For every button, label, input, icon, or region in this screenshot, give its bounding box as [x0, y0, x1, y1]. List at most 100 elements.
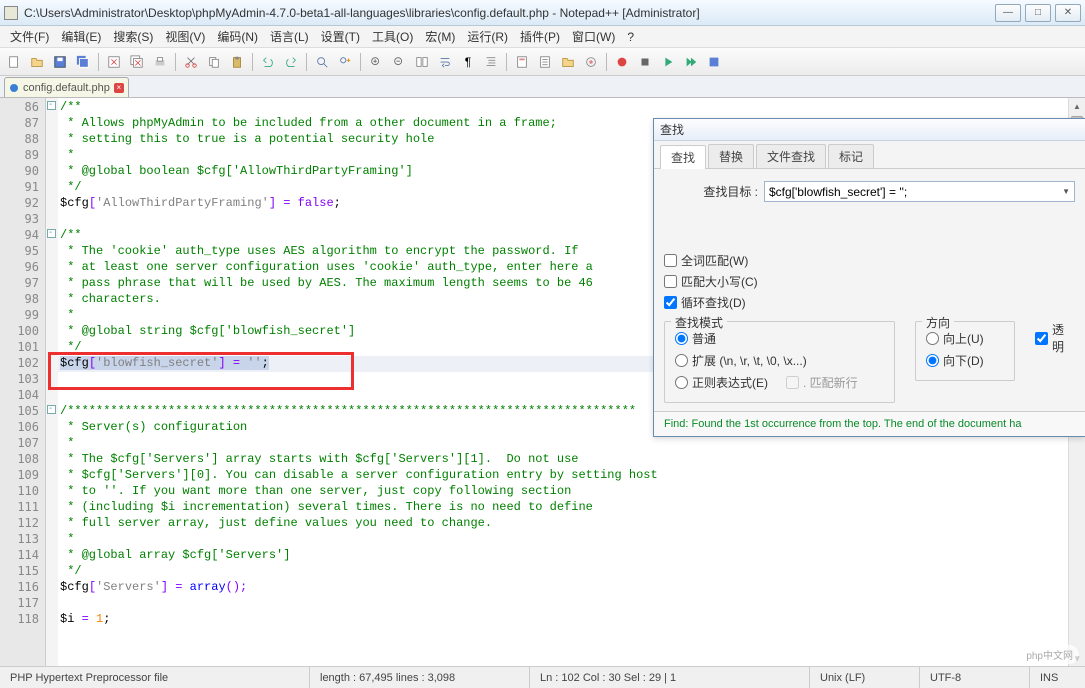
mode-normal-radio[interactable]: 普通	[675, 330, 884, 347]
scroll-up-icon[interactable]: ▲	[1069, 98, 1085, 114]
close-button[interactable]: ✕	[1055, 4, 1081, 22]
menu-help[interactable]: ?	[621, 28, 640, 46]
toolbar-separator	[306, 53, 307, 71]
undo-icon[interactable]	[258, 52, 278, 72]
menu-run[interactable]: 运行(R)	[461, 26, 514, 47]
whole-word-checkbox[interactable]: 全词匹配(W)	[664, 252, 1075, 269]
find-target-input[interactable]: $cfg['blowfish_secret'] = ''; ▼	[764, 181, 1075, 202]
find-tab-find[interactable]: 查找	[660, 145, 706, 169]
play-macro-icon[interactable]	[658, 52, 678, 72]
new-file-icon[interactable]	[4, 52, 24, 72]
menu-edit[interactable]: 编辑(E)	[55, 26, 107, 47]
direction-up-radio[interactable]: 向上(U)	[926, 330, 1004, 347]
toolbar-separator	[98, 53, 99, 71]
find-tabs: 查找 替换 文件查找 标记	[654, 141, 1085, 169]
find-target-value: $cfg['blowfish_secret'] = '';	[769, 185, 907, 199]
save-icon[interactable]	[50, 52, 70, 72]
sync-scroll-icon[interactable]	[412, 52, 432, 72]
fold-minus-icon[interactable]	[47, 101, 56, 110]
menu-search[interactable]: 搜索(S)	[107, 26, 159, 47]
copy-icon[interactable]	[204, 52, 224, 72]
window-titlebar: C:\Users\Administrator\Desktop\phpMyAdmi…	[0, 0, 1085, 26]
indent-guide-icon[interactable]	[481, 52, 501, 72]
doc-map-icon[interactable]	[512, 52, 532, 72]
dropdown-icon[interactable]: ▼	[1062, 187, 1070, 196]
match-case-checkbox[interactable]: 匹配大小写(C)	[664, 273, 1075, 290]
menu-settings[interactable]: 设置(T)	[315, 26, 366, 47]
direction-group: 方向 向上(U) 向下(D)	[915, 321, 1015, 381]
window-title: C:\Users\Administrator\Desktop\phpMyAdmi…	[24, 6, 995, 20]
menu-language[interactable]: 语言(L)	[264, 26, 315, 47]
maximize-button[interactable]: □	[1025, 4, 1051, 22]
save-macro-icon[interactable]	[704, 52, 724, 72]
file-tab-label: config.default.php	[23, 82, 110, 94]
menu-file[interactable]: 文件(F)	[4, 26, 55, 47]
show-symbols-icon[interactable]: ¶	[458, 52, 478, 72]
fold-minus-icon[interactable]	[47, 229, 56, 238]
mode-extended-radio[interactable]: 扩展 (\n, \r, \t, \0, \x...)	[675, 352, 884, 369]
status-encoding: UTF-8	[920, 667, 1030, 688]
find-dialog-title: 查找	[654, 119, 1085, 141]
play-multi-icon[interactable]	[681, 52, 701, 72]
status-line-ending: Unix (LF)	[810, 667, 920, 688]
direction-legend: 方向	[922, 314, 954, 331]
toolbar: ¶	[0, 48, 1085, 76]
monitor-icon[interactable]	[581, 52, 601, 72]
func-list-icon[interactable]	[535, 52, 555, 72]
stop-macro-icon[interactable]	[635, 52, 655, 72]
wordwrap-icon[interactable]	[435, 52, 455, 72]
folder-icon[interactable]	[558, 52, 578, 72]
find-dialog: 查找 查找 替换 文件查找 标记 查找目标 : $cfg['blowfish_s…	[653, 118, 1085, 437]
redo-icon[interactable]	[281, 52, 301, 72]
menu-window[interactable]: 窗口(W)	[566, 26, 621, 47]
toolbar-separator	[175, 53, 176, 71]
fold-column	[46, 98, 58, 666]
zoom-out-icon[interactable]	[389, 52, 409, 72]
app-icon	[4, 6, 18, 20]
transparent-checkbox[interactable]: 透明	[1035, 321, 1075, 355]
status-insert-mode: INS	[1030, 667, 1068, 688]
close-tab-icon[interactable]: ×	[114, 83, 124, 93]
search-mode-legend: 查找模式	[671, 314, 727, 331]
record-macro-icon[interactable]	[612, 52, 632, 72]
menu-plugins[interactable]: 插件(P)	[514, 26, 566, 47]
close-file-icon[interactable]	[104, 52, 124, 72]
menu-macro[interactable]: 宏(M)	[419, 26, 461, 47]
menu-tools[interactable]: 工具(O)	[366, 26, 419, 47]
find-tab-infiles[interactable]: 文件查找	[756, 144, 826, 168]
open-file-icon[interactable]	[27, 52, 47, 72]
paste-icon[interactable]	[227, 52, 247, 72]
wrap-around-checkbox[interactable]: 循环查找(D)	[664, 294, 1075, 311]
status-length: length : 67,495 lines : 3,098	[310, 667, 530, 688]
search-mode-group: 查找模式 普通 扩展 (\n, \r, \t, \0, \x...) 正则表达式…	[664, 321, 895, 403]
cut-icon[interactable]	[181, 52, 201, 72]
toolbar-separator	[360, 53, 361, 71]
minimize-button[interactable]: —	[995, 4, 1021, 22]
toolbar-separator	[252, 53, 253, 71]
replace-icon[interactable]	[335, 52, 355, 72]
print-icon[interactable]	[150, 52, 170, 72]
menu-view[interactable]: 视图(V)	[159, 26, 211, 47]
status-filetype: PHP Hypertext Preprocessor file	[0, 667, 310, 688]
file-modified-icon	[10, 84, 18, 92]
line-number-gutter: 8687888990919293949596979899100101102103…	[0, 98, 46, 666]
find-tab-mark[interactable]: 标记	[828, 144, 874, 168]
toolbar-separator	[606, 53, 607, 71]
fold-minus-icon[interactable]	[47, 405, 56, 414]
find-icon[interactable]	[312, 52, 332, 72]
find-tab-replace[interactable]: 替换	[708, 144, 754, 168]
close-all-icon[interactable]	[127, 52, 147, 72]
mode-regex-radio[interactable]: 正则表达式(E) . 匹配新行	[675, 374, 884, 391]
status-bar: PHP Hypertext Preprocessor file length :…	[0, 666, 1085, 688]
watermark: php中文网	[1020, 645, 1079, 664]
zoom-in-icon[interactable]	[366, 52, 386, 72]
menu-bar: 文件(F) 编辑(E) 搜索(S) 视图(V) 编码(N) 语言(L) 设置(T…	[0, 26, 1085, 48]
save-all-icon[interactable]	[73, 52, 93, 72]
toolbar-separator	[506, 53, 507, 71]
file-tab-bar: config.default.php ×	[0, 76, 1085, 98]
direction-down-radio[interactable]: 向下(D)	[926, 352, 1004, 369]
file-tab[interactable]: config.default.php ×	[4, 77, 129, 97]
menu-encoding[interactable]: 编码(N)	[211, 26, 264, 47]
find-target-label: 查找目标 :	[664, 183, 764, 200]
find-status-message: Find: Found the 1st occurrence from the …	[654, 411, 1085, 436]
